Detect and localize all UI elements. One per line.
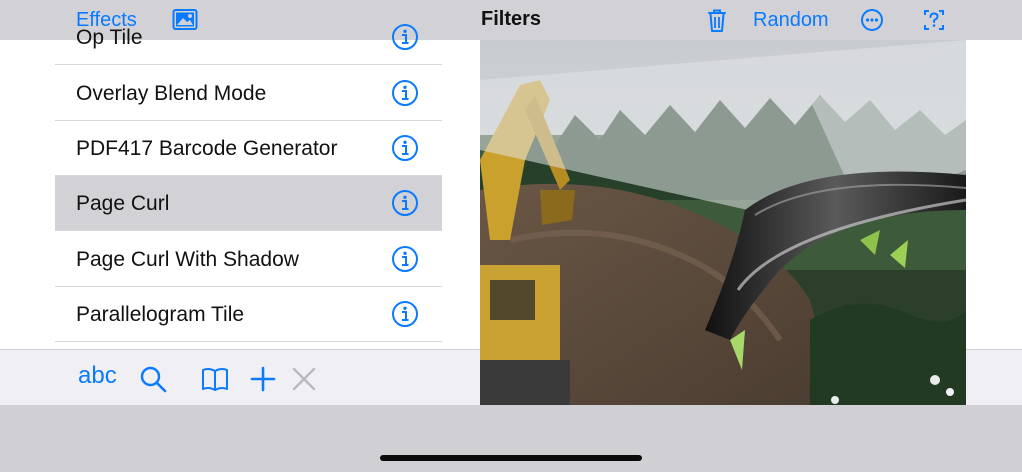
trash-icon[interactable] <box>703 6 731 34</box>
list-item[interactable]: Overlay Blend Mode <box>55 66 442 121</box>
close-icon[interactable] <box>289 364 319 394</box>
list-item[interactable]: PDF417 Barcode Generator <box>55 121 442 176</box>
bottom-toolbar <box>0 349 480 405</box>
info-icon[interactable] <box>391 134 419 162</box>
info-icon[interactable] <box>391 79 419 107</box>
info-icon[interactable] <box>391 245 419 273</box>
plus-icon[interactable] <box>248 364 278 394</box>
info-icon[interactable] <box>391 189 419 217</box>
list-item-selected[interactable]: Page Curl <box>55 176 442 231</box>
list-item-label: Page Curl With Shadow <box>76 248 299 271</box>
filter-preview-image[interactable] <box>480 40 966 405</box>
list-item-label: Page Curl <box>76 192 170 215</box>
format-text-button[interactable]: abc <box>78 362 117 390</box>
home-indicator[interactable] <box>380 455 642 461</box>
search-icon[interactable] <box>138 364 168 394</box>
filter-list: Op Tile Overlay Blend Mode PDF417 Barcod… <box>55 0 442 368</box>
list-item-label: PDF417 Barcode Generator <box>76 137 338 160</box>
random-button[interactable]: Random <box>753 0 829 40</box>
list-item-label: Overlay Blend Mode <box>76 82 267 105</box>
list-item[interactable]: Page Curl With Shadow <box>55 232 442 287</box>
list-item[interactable]: Op Tile <box>55 10 442 65</box>
list-item-label: Op Tile <box>76 26 143 49</box>
info-icon[interactable] <box>391 300 419 328</box>
ellipsis-circle-icon[interactable] <box>858 6 886 34</box>
info-icon[interactable] <box>391 23 419 51</box>
list-item[interactable]: Parallelogram Tile <box>55 287 442 342</box>
list-item-label: Parallelogram Tile <box>76 303 245 326</box>
home-indicator-area <box>0 405 1022 472</box>
book-icon[interactable] <box>200 364 230 394</box>
bottom-toolbar-right <box>966 349 1022 405</box>
right-gutter <box>966 40 1022 348</box>
question-frame-icon[interactable] <box>920 6 948 34</box>
